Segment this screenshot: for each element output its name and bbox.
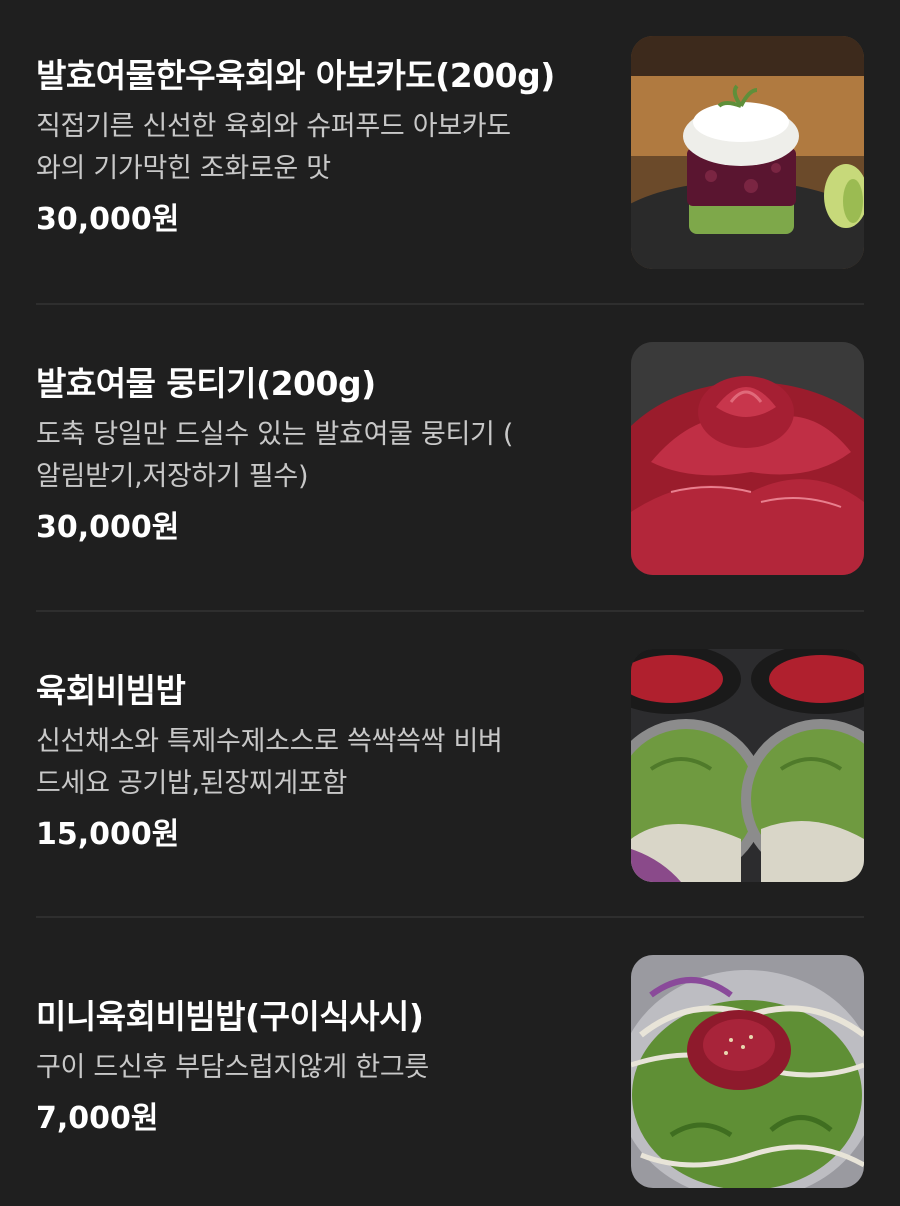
beef-tartare-bibimbap-photo[interactable] bbox=[631, 649, 864, 882]
menu-item-name: 육회비빔밥 bbox=[36, 671, 186, 710]
menu-item-name: 발효여물한우육회와 아보카도(200g) bbox=[36, 56, 555, 95]
raw-beef-rose-photo[interactable] bbox=[631, 342, 864, 575]
menu-item-description-line: 와의 기가막힌 조화로운 맛 bbox=[36, 153, 331, 184]
menu-item-description-line: 구이 드신후 부담스럽지않게 한그릇 bbox=[36, 1052, 429, 1083]
menu-item-name: 미니육회비빔밥(구이식사시) bbox=[36, 997, 424, 1036]
menu-item-description-line: 신선채소와 특제수제소스로 쓱싹쓱싹 비벼 bbox=[36, 726, 503, 757]
menu-item-description: 구이 드신후 부담스럽지않게 한그릇 bbox=[36, 1047, 616, 1089]
menu-item-description-line: 알림받기,저장하기 필수) bbox=[36, 461, 309, 492]
menu-item[interactable]: 발효여물 뭉티기(200g) 도축 당일만 드실수 있는 발효여물 뭉티기 ( … bbox=[36, 342, 864, 575]
menu-item-price: 7,000원 bbox=[36, 1101, 159, 1136]
menu-item-info: 미니육회비빔밥(구이식사시) 구이 드신후 부담스럽지않게 한그릇 7,000원 bbox=[36, 995, 616, 1141]
menu-item-price: 30,000원 bbox=[36, 510, 180, 545]
menu-item-info: 발효여물 뭉티기(200g) 도축 당일만 드실수 있는 발효여물 뭉티기 ( … bbox=[36, 362, 616, 550]
menu-item-info: 육회비빔밥 신선채소와 특제수제소스로 쓱싹쓱싹 비벼 드세요 공기밥,된장찌게… bbox=[36, 669, 616, 857]
divider bbox=[36, 916, 864, 918]
menu-item[interactable]: 발효여물한우육회와 아보카도(200g) 직접기른 신선한 육회와 슈퍼푸드 아… bbox=[36, 36, 864, 269]
divider bbox=[36, 610, 864, 612]
mini-bibimbap-photo[interactable] bbox=[631, 955, 864, 1188]
menu-item-description-line: 도축 당일만 드실수 있는 발효여물 뭉티기 ( bbox=[36, 419, 514, 450]
menu-item-price: 30,000원 bbox=[36, 202, 180, 237]
divider bbox=[36, 303, 864, 305]
menu-list: 발효여물한우육회와 아보카도(200g) 직접기른 신선한 육회와 슈퍼푸드 아… bbox=[0, 0, 900, 1206]
menu-item-description-line: 직접기른 신선한 육회와 슈퍼푸드 아보카도 bbox=[36, 111, 511, 142]
menu-item-price: 15,000원 bbox=[36, 817, 180, 852]
menu-item-description: 직접기른 신선한 육회와 슈퍼푸드 아보카도 와의 기가막힌 조화로운 맛 bbox=[36, 106, 616, 190]
menu-item[interactable]: 육회비빔밥 신선채소와 특제수제소스로 쓱싹쓱싹 비벼 드세요 공기밥,된장찌게… bbox=[36, 649, 864, 882]
menu-item[interactable]: 미니육회비빔밥(구이식사시) 구이 드신후 부담스럽지않게 한그릇 7,000원 bbox=[36, 955, 864, 1188]
menu-item-description-line: 드세요 공기밥,된장찌게포함 bbox=[36, 768, 348, 799]
menu-item-description: 도축 당일만 드실수 있는 발효여물 뭉티기 ( 알림받기,저장하기 필수) bbox=[36, 414, 616, 498]
menu-item-description: 신선채소와 특제수제소스로 쓱싹쓱싹 비벼 드세요 공기밥,된장찌게포함 bbox=[36, 721, 616, 805]
menu-item-info: 발효여물한우육회와 아보카도(200g) 직접기른 신선한 육회와 슈퍼푸드 아… bbox=[36, 54, 616, 242]
menu-item-name: 발효여물 뭉티기(200g) bbox=[36, 364, 376, 403]
beef-tartare-avocado-photo[interactable] bbox=[631, 36, 864, 269]
